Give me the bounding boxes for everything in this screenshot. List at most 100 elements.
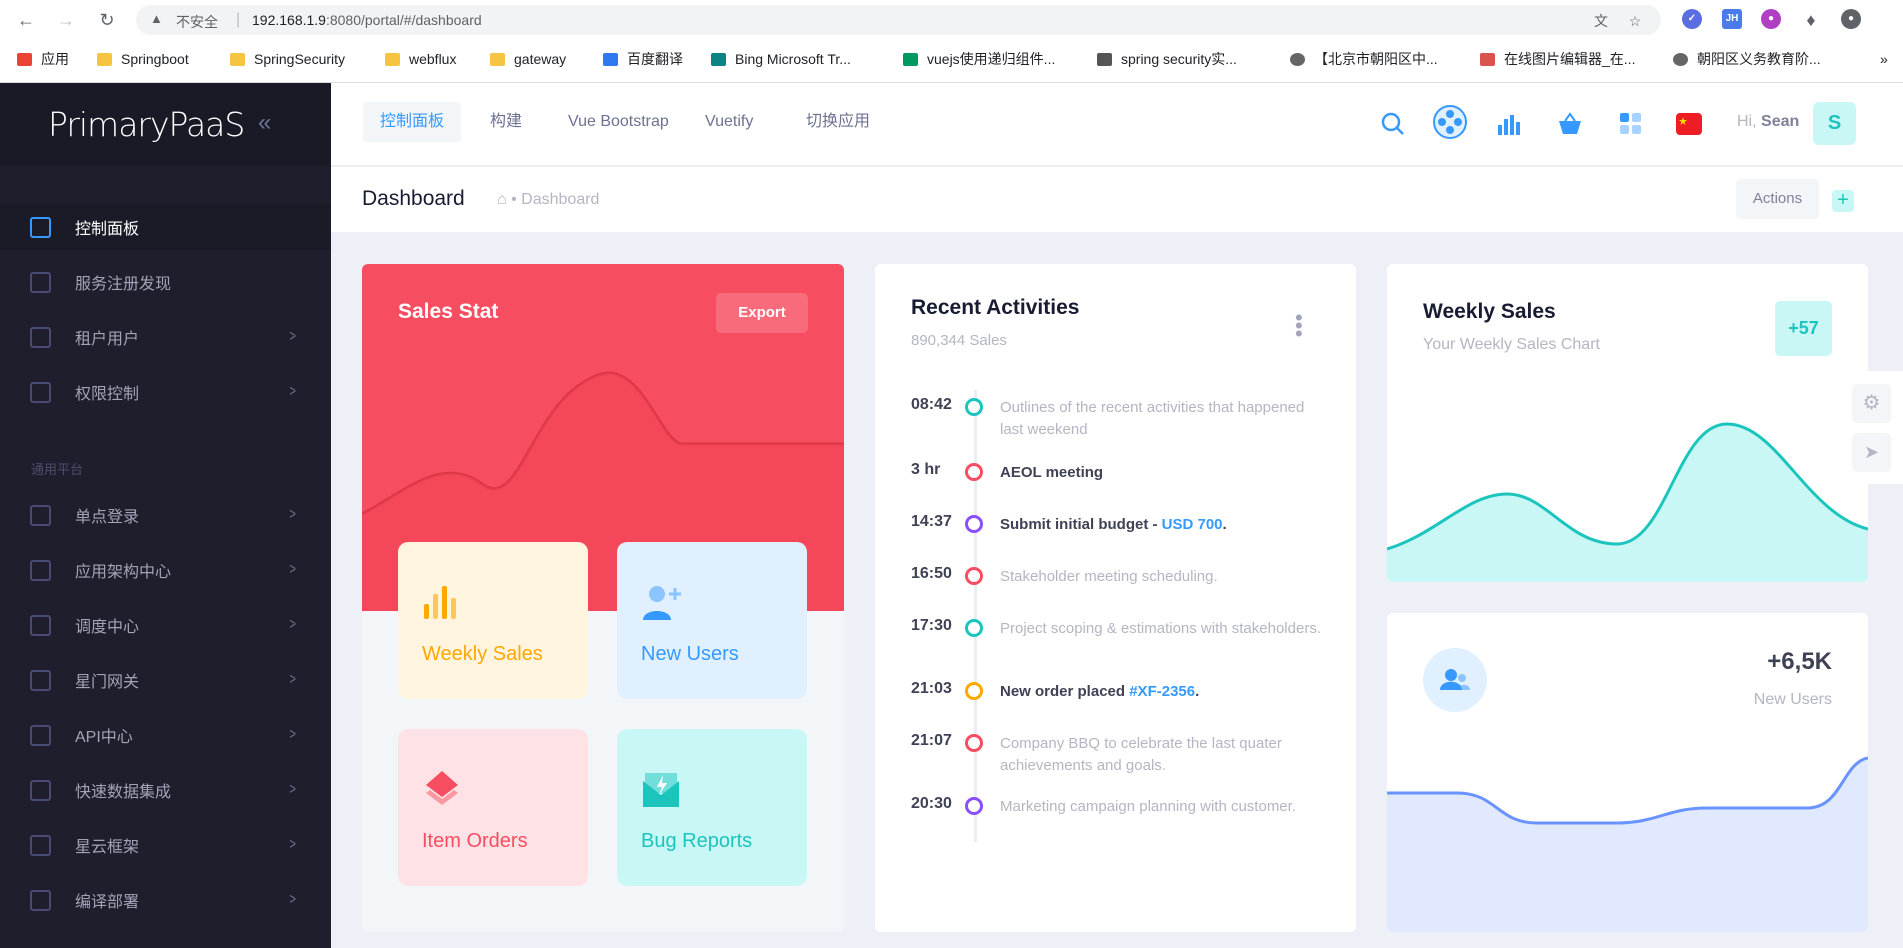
bookmark-7[interactable]: Bing Microsoft Tr... [711,48,851,70]
bookmark-10[interactable]: 【北京市朝阳区中... [1290,48,1438,70]
settings-button[interactable]: ⚙ [1852,384,1891,423]
collapse-sidebar-icon[interactable]: « [258,109,271,137]
bookmark-label: 应用 [41,51,69,67]
sidebar-item-12[interactable]: 编译部署 > [0,877,331,923]
search-icon[interactable] [1378,109,1408,139]
bookmark-label: gateway [514,51,567,67]
apps-logo-icon[interactable] [1432,104,1468,140]
tile-bug-reports-label: Bug Reports [641,830,753,852]
browser-nav-row: ← → ↻ ▲ 不安全 | 192.168.1.9:8080/portal/#/… [0,0,1903,40]
sidebar-item-11[interactable]: 星云框架 > [0,822,331,868]
basket-icon[interactable] [1555,109,1585,139]
send-button[interactable]: ➤ [1852,433,1891,472]
breadcrumb-item[interactable]: Dashboard [521,191,599,208]
sidebar-item-label: 快速数据集成 [75,784,172,801]
sidebar-item-3[interactable]: 租户用户 > [0,314,331,360]
tile-weekly-sales[interactable]: Weekly Sales [398,542,588,699]
extension-purple-icon[interactable]: ● [1761,9,1781,29]
tab-vue-bootstrap[interactable]: Vue Bootstrap [551,102,686,142]
sidebar-item-label: 租户用户 [75,331,140,348]
sidebar-item-5[interactable]: 单点登录 > [0,492,331,538]
sidebar-item-8[interactable]: 星门网关 > [0,657,331,703]
tile-new-users[interactable]: New Users [617,542,807,699]
extension-check-icon[interactable]: ✓ [1682,9,1702,29]
bookmark-11[interactable]: 在线图片编辑器_在... [1480,48,1635,70]
actions-button[interactable]: Actions [1736,179,1819,219]
bookmark-6[interactable]: 百度翻译 [603,48,683,70]
timeline-suffix: . [1195,683,1200,700]
sidebar-item-label: 编译部署 [75,894,140,911]
back-icon[interactable]: ← [15,9,37,31]
more-options-icon[interactable]: • • • [1295,307,1303,345]
folder-icon [385,52,400,66]
sidebar-brand: PrimaryPaaS « [0,83,331,165]
timeline-link[interactable]: #XF-2356 [1129,683,1195,700]
new-users-chart [1387,756,1868,932]
recent-activities-subtitle: 890,344 Sales [911,332,1007,349]
more-bookmarks-icon[interactable]: » [1880,48,1888,70]
quick-panel: ⚙ ➤ [1840,371,1903,484]
chevron-right-icon: > [289,891,296,908]
sidebar-item-2[interactable]: 服务注册发现 [0,259,331,305]
gear-icon: ⚙ [1862,392,1881,414]
bookmark-5[interactable]: gateway [490,48,566,70]
bookmark-3[interactable]: SpringSecurity [230,48,345,70]
timeline-text-body: Company BBQ to celebrate the last quater… [1000,735,1282,774]
chevron-right-icon: > [289,383,296,400]
bookmark-9[interactable]: spring security实... [1097,48,1237,70]
home-icon[interactable]: ⌂ [497,191,507,208]
new-users-value: +6,5K [1767,648,1832,675]
grid-icon[interactable] [1616,109,1646,139]
menu-item-icon [30,326,51,348]
sidebar-item-6[interactable]: 应用架构中心 > [0,547,331,593]
tile-bug-reports[interactable]: Bug Reports [617,729,807,886]
star-icon[interactable]: ☆ [1626,12,1644,30]
tab-dashboard[interactable]: 控制面板 [363,102,462,142]
tab-build[interactable]: 构建 [473,102,539,142]
sidebar-item-label: API中心 [75,729,133,746]
extensions-puzzle-icon[interactable]: ♦ [1800,9,1822,31]
tab-vuetify[interactable]: Vuetify [688,102,770,142]
menu-item-icon [30,559,51,581]
forward-icon[interactable]: → [55,9,77,31]
timeline-dot-icon [965,398,983,416]
bookmark-label: vuejs使用递归组件... [927,51,1056,67]
add-user-icon [643,586,681,620]
export-button[interactable]: Export [716,293,808,333]
reload-icon[interactable]: ↻ [96,9,118,31]
sidebar-item-1[interactable]: 控制面板 [0,204,331,250]
timeline-text: Company BBQ to celebrate the last quater… [1000,733,1330,777]
bookmark-favicon-icon [711,52,726,66]
sidebar-item-9[interactable]: API中心 > [0,712,331,758]
sidebar-item-7[interactable]: 调度中心 > [0,602,331,648]
bookmark-1[interactable]: 应用 [17,48,69,70]
timeline-text: Project scoping & estimations with stake… [1000,618,1330,640]
layers-icon [426,771,458,805]
bookmark-8[interactable]: vuejs使用递归组件... [903,48,1055,70]
breadcrumb: ⌂ • Dashboard [497,191,600,208]
tab-switch-app[interactable]: 切换应用 [789,102,887,142]
sidebar-item-10[interactable]: 快速数据集成 > [0,767,331,813]
url-text[interactable]: 192.168.1.9:8080/portal/#/dashboard [252,12,482,28]
bookmark-12[interactable]: 朝阳区义务教育阶... [1673,48,1821,70]
timeline-link[interactable]: USD 700 [1162,516,1223,533]
sidebar-item-4[interactable]: 权限控制 > [0,369,331,415]
tile-item-orders[interactable]: Item Orders [398,729,588,886]
bookmark-4[interactable]: webflux [385,48,456,70]
users-icon [1423,648,1487,712]
bookmark-2[interactable]: Springboot [97,48,189,70]
greeting[interactable]: Hi, Sean [1737,113,1799,131]
logo[interactable]: PrimaryPaaS [48,105,245,144]
timeline-text-body: Marketing campaign planning with custome… [1000,798,1296,815]
extension-jh-icon[interactable]: JH [1722,9,1742,29]
address-bar[interactable]: ▲ 不安全 | 192.168.1.9:8080/portal/#/dashbo… [136,5,1661,35]
china-flag-icon[interactable] [1674,109,1704,139]
bar-chart-icon[interactable] [1494,109,1524,139]
profile-icon[interactable]: ● [1841,9,1861,29]
top-header: 控制面板 构建 Vue Bootstrap Vuetify 切换应用 Hi, S… [331,83,1903,165]
timeline-time: 08:42 [911,396,952,413]
avatar[interactable]: S [1813,102,1856,145]
add-button[interactable]: + [1832,190,1854,212]
translate-icon[interactable]: 文 [1592,12,1610,30]
chevron-right-icon: > [289,616,296,633]
